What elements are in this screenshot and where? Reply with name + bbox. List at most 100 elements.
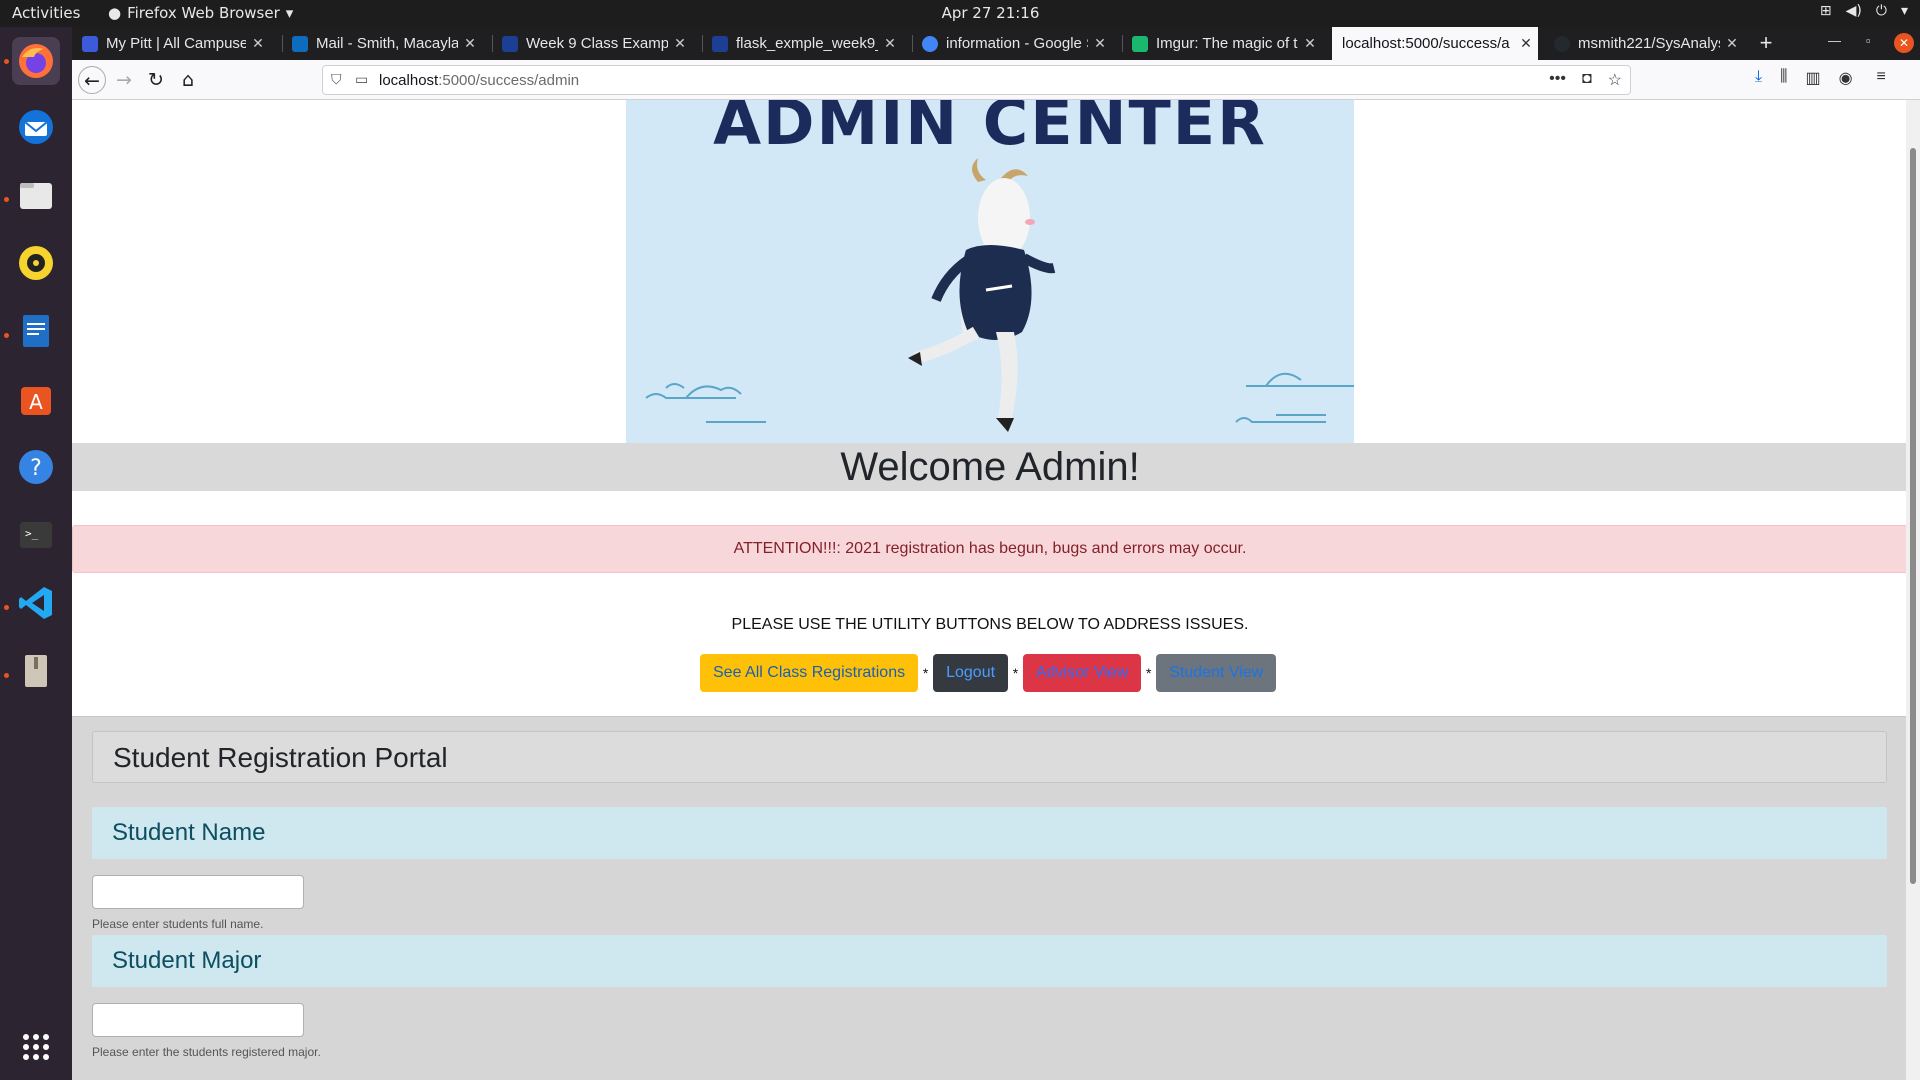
page-info-icon[interactable]: ▭ [355, 71, 368, 88]
tab-title: localhost:5000/success/a [1342, 35, 1510, 52]
thunderbird-icon[interactable] [12, 103, 60, 151]
close-tab-icon[interactable]: ✕ [1088, 35, 1112, 52]
student-registration-portal: Student Registration Portal Student Name… [72, 716, 1908, 1080]
portal-title: Student Registration Portal [92, 731, 1887, 783]
tab-localhost-admin[interactable]: localhost:5000/success/a ✕ [1332, 27, 1538, 60]
advisor-view-button[interactable]: Advisor View [1023, 654, 1142, 692]
pitt-icon [82, 35, 98, 52]
hamburger-menu-icon[interactable]: ≡ [1877, 68, 1886, 88]
tab-title: Week 9 Class Example [526, 35, 668, 52]
running-indicator [4, 605, 9, 610]
library-icon[interactable]: ⫼ [1780, 68, 1787, 88]
tab-title: My Pitt | All Campuses [106, 35, 246, 52]
archive-manager-icon[interactable] [12, 647, 60, 695]
downloads-icon[interactable]: ⤓ [1755, 68, 1762, 88]
forward-button[interactable]: → [110, 66, 138, 94]
home-button[interactable]: ⌂ [174, 66, 202, 94]
scrollbar-thumb[interactable] [1910, 148, 1916, 884]
github-icon [1554, 35, 1570, 52]
software-center-icon[interactable]: A [12, 375, 60, 423]
minimize-icon[interactable]: — [1828, 33, 1841, 48]
vscode-icon[interactable] [12, 579, 60, 627]
tab-github[interactable]: msmith221/SysAnalysi ✕ [1544, 27, 1744, 60]
dock: A ? >_ [0, 27, 72, 1080]
tab-bar: My Pitt | All Campuses ✕ Mail - Smith, M… [72, 27, 1920, 60]
see-all-class-registrations-button[interactable]: See All Class Registrations [700, 654, 919, 692]
account-icon[interactable]: ◉ [1839, 68, 1853, 88]
rhythmbox-icon[interactable] [12, 239, 60, 287]
student-name-input[interactable] [92, 875, 304, 909]
student-major-label: Student Major [92, 935, 1887, 987]
back-button[interactable]: ← [78, 66, 106, 94]
running-indicator [4, 333, 9, 338]
url-text[interactable]: localhost:5000/success/admin [379, 72, 579, 89]
chevron-down-icon: ▾ [1900, 3, 1908, 19]
logout-button[interactable]: Logout [933, 654, 1009, 692]
close-tab-icon[interactable]: ✕ [878, 35, 902, 52]
page-actions-icon[interactable]: ••• [1549, 70, 1566, 90]
network-icon: ⊞ [1819, 3, 1832, 19]
tab-title: msmith221/SysAnalysi [1578, 35, 1720, 52]
power-icon: ⏻ [1875, 3, 1887, 19]
tab-my-pitt[interactable]: My Pitt | All Campuses ✕ [72, 27, 270, 60]
tab-flask-example[interactable]: flask_exmple_week9_ ✕ [702, 27, 902, 60]
tab-title: Imgur: The magic of th [1156, 35, 1298, 52]
reload-button[interactable]: ↻ [142, 66, 170, 94]
address-bar[interactable]: ⛉ ▭ localhost:5000/success/admin ••• ◘ ☆ [322, 65, 1631, 95]
show-applications-icon[interactable] [12, 1023, 60, 1071]
attention-alert: ATTENTION!!!: 2021 registration has begu… [72, 525, 1908, 573]
libreoffice-writer-icon[interactable] [12, 307, 60, 355]
separator-star: * [1145, 665, 1152, 681]
student-major-help: Please enter the students registered maj… [92, 1045, 321, 1059]
url-path: :5000/success/admin [438, 72, 580, 89]
imgur-icon [1132, 35, 1148, 52]
files-icon[interactable] [12, 171, 60, 219]
page-scrollbar[interactable] [1906, 100, 1920, 1080]
instructions-text: PLEASE USE THE UTILITY BUTTONS BELOW TO … [731, 616, 1249, 633]
tab-imgur[interactable]: Imgur: The magic of th ✕ [1122, 27, 1322, 60]
system-tray[interactable]: ⊞ ◀) ⏻ ▾ [1820, 3, 1908, 19]
close-tab-icon[interactable]: ✕ [246, 35, 270, 52]
tracking-protection-icon[interactable]: ⛉ [331, 71, 342, 88]
close-tab-icon[interactable]: ✕ [1514, 35, 1538, 52]
separator-star: * [922, 665, 929, 681]
page-viewport: ADMIN CENTER Welcome Admin! ATTENTION!!!… [72, 100, 1920, 1080]
pitt-shield-icon [502, 35, 518, 52]
system-top-bar: Activities ● Firefox Web Browser ▾ Apr 2… [0, 0, 1920, 27]
tab-week9-example[interactable]: Week 9 Class Example ✕ [492, 27, 692, 60]
goat-mascot-illustration [645, 158, 1354, 432]
clock[interactable]: Apr 27 21:16 [0, 4, 1920, 22]
window-close-button[interactable]: ✕ [1894, 33, 1914, 53]
student-name-label: Student Name [92, 807, 1887, 859]
tab-title: flask_exmple_week9_ [736, 35, 878, 52]
navigation-toolbar: ← → ↻ ⌂ ⛉ ▭ localhost:5000/success/admin… [72, 60, 1920, 100]
student-major-input[interactable] [92, 1003, 304, 1037]
new-tab-button[interactable]: + [1752, 27, 1780, 60]
pitt-shield-icon [712, 35, 728, 52]
svg-text:>_: >_ [25, 527, 39, 540]
google-icon [922, 35, 938, 52]
close-tab-icon[interactable]: ✕ [458, 35, 482, 52]
restore-icon[interactable]: ▫ [1866, 33, 1871, 48]
firefox-icon[interactable] [12, 37, 60, 85]
volume-icon: ◀) [1845, 3, 1862, 19]
pocket-icon[interactable]: ◘ [1582, 70, 1592, 90]
student-name-help: Please enter students full name. [92, 917, 264, 931]
tab-google-sheets[interactable]: information - Google S ✕ [912, 27, 1112, 60]
outlook-icon [292, 35, 308, 52]
student-view-button[interactable]: Student View [1156, 654, 1277, 692]
close-tab-icon[interactable]: ✕ [1720, 35, 1744, 52]
running-indicator [4, 197, 9, 202]
separator-star: * [1012, 665, 1019, 681]
tab-mail[interactable]: Mail - Smith, Macayla F ✕ [282, 27, 482, 60]
close-tab-icon[interactable]: ✕ [1298, 35, 1322, 52]
utility-buttons: See All Class Registrations * Logout * A… [700, 654, 1277, 692]
terminal-icon[interactable]: >_ [12, 511, 60, 559]
bookmark-star-icon[interactable]: ☆ [1608, 70, 1622, 90]
sidebar-icon[interactable]: ▥ [1805, 68, 1820, 88]
running-indicator [4, 673, 9, 678]
close-tab-icon[interactable]: ✕ [668, 35, 692, 52]
toolbar-right: ⤓ ⫼ ▥ ◉ ≡ [1755, 68, 1886, 88]
welcome-heading: Welcome Admin! [72, 443, 1908, 491]
help-icon[interactable]: ? [12, 443, 60, 491]
